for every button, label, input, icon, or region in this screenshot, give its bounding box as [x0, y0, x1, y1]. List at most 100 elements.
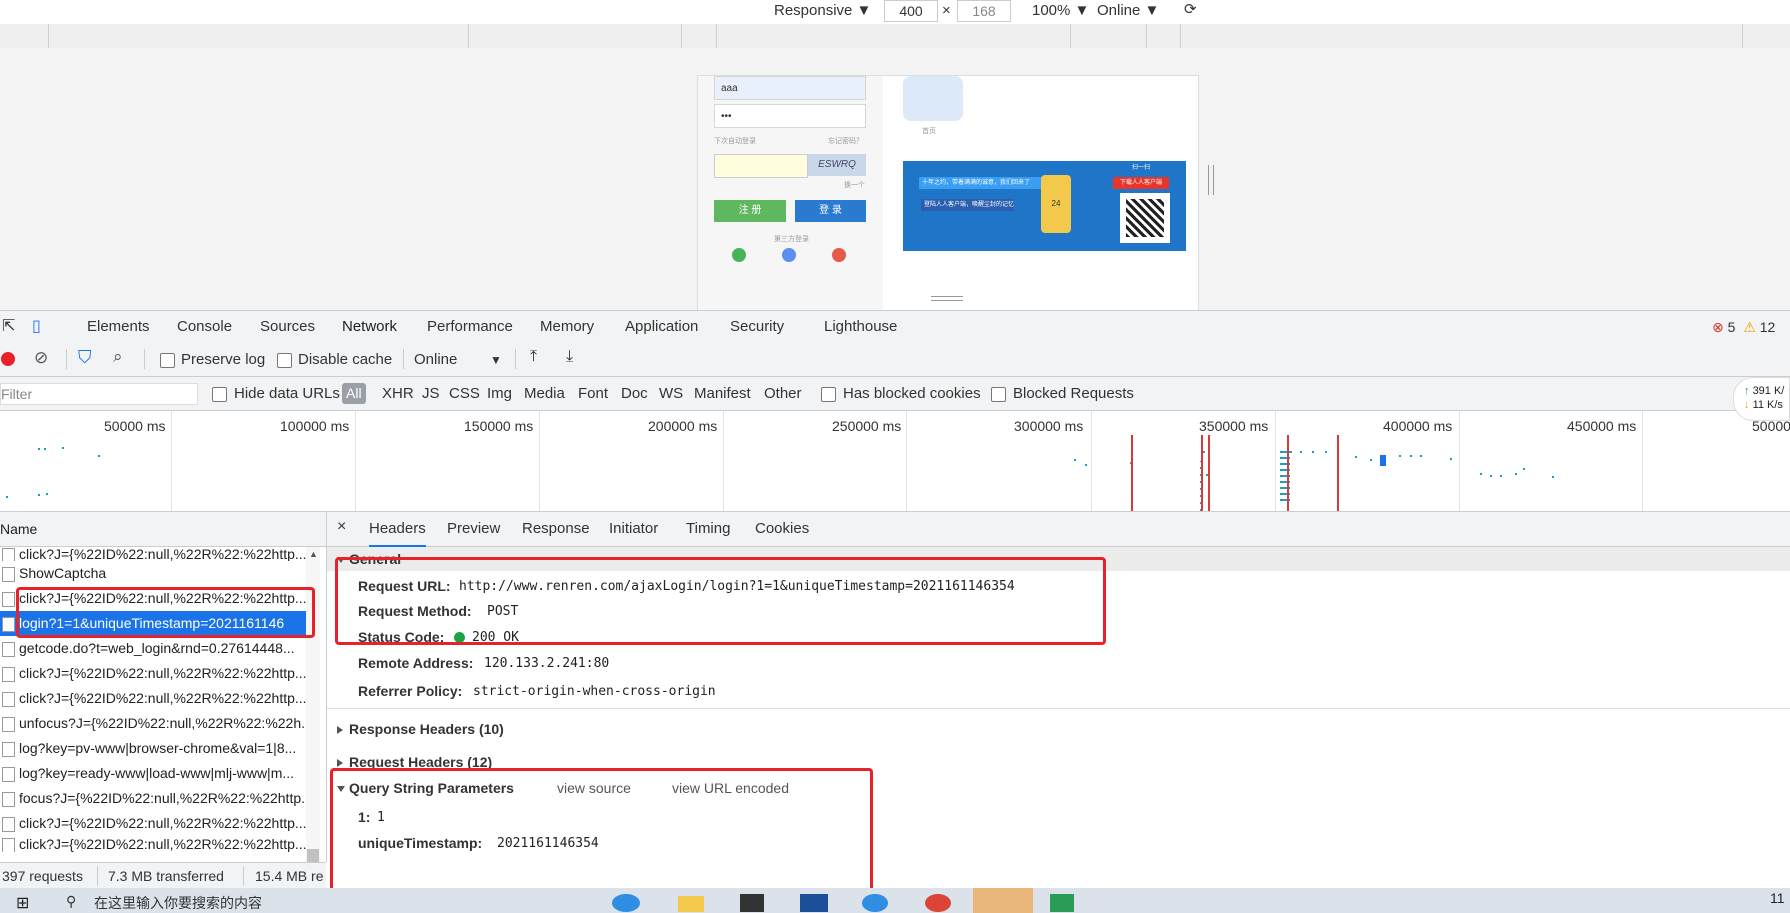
record-icon[interactable] [1, 352, 15, 366]
captcha-refresh-link[interactable]: 换一个 [844, 180, 865, 190]
mail-icon[interactable] [800, 894, 828, 912]
request-headers-section[interactable]: Request Headers (12) [327, 750, 1790, 774]
zoom-dropdown[interactable]: 100% ▼ [1032, 2, 1089, 19]
tab-application[interactable]: Application [625, 311, 698, 343]
viewport-height-input[interactable]: 168 [957, 0, 1011, 22]
app-icon[interactable] [903, 76, 963, 121]
request-row[interactable]: click?J={%22ID%22:null,%22R%22:%22http..… [0, 811, 306, 836]
type-filter-other[interactable]: Other [764, 385, 802, 402]
register-button[interactable]: 注 册 [714, 200, 786, 222]
tab-initiator[interactable]: Initiator [609, 520, 658, 537]
type-filter-font[interactable]: Font [578, 385, 608, 402]
resize-handle-vertical[interactable] [1208, 165, 1214, 195]
tab-network[interactable]: Network [330, 311, 410, 345]
has-blocked-cookies-checkbox[interactable] [821, 387, 836, 402]
tab-headers[interactable]: Headers [369, 520, 426, 547]
has-blocked-cookies-label[interactable]: Has blocked cookies [843, 385, 981, 402]
clear-icon[interactable]: ⊘ [34, 348, 48, 368]
tab-sources[interactable]: Sources [260, 311, 315, 343]
type-filter-img[interactable]: Img [487, 385, 512, 402]
tab-security[interactable]: Security [730, 311, 784, 343]
network-overview[interactable]: 50000 ms 100000 ms 150000 ms 200000 ms 2… [0, 411, 1790, 512]
request-row[interactable]: ShowCaptcha [0, 561, 306, 586]
rotate-icon[interactable]: ⟳ [1184, 0, 1197, 18]
store-icon[interactable] [740, 894, 764, 912]
request-row[interactable]: unfocus?J={%22ID%22:null,%22R%22:%22h... [0, 711, 306, 736]
tab-cookies[interactable]: Cookies [755, 520, 809, 537]
type-filter-xhr[interactable]: XHR [382, 385, 414, 402]
tab-performance[interactable]: Performance [427, 311, 513, 343]
request-row[interactable]: click?J={%22ID%22:null,%22R%22:%22http..… [0, 586, 306, 611]
request-row[interactable]: click?J={%22ID%22:null,%22R%22:%22http..… [0, 686, 306, 711]
request-row[interactable]: click?J={%22ID%22:null,%22R%22:%22http..… [0, 547, 306, 561]
throttle-dropdown[interactable]: Online [414, 351, 457, 368]
password-field[interactable]: ••• [714, 104, 866, 128]
type-filter-doc[interactable]: Doc [621, 385, 648, 402]
filter-input[interactable]: Filter [0, 383, 198, 405]
banner-cta[interactable]: 下载人人客户端 [1113, 177, 1169, 189]
tab-memory[interactable]: Memory [540, 311, 594, 343]
hide-data-urls-checkbox[interactable] [212, 387, 227, 402]
hide-data-urls-label[interactable]: Hide data URLs [234, 385, 340, 402]
app-icon-blue[interactable] [862, 894, 888, 912]
request-row[interactable]: log?key=pv-www|browser-chrome&val=1|8... [0, 736, 306, 761]
file-explorer-icon[interactable] [678, 896, 704, 912]
remember-checkbox-label[interactable]: 下次自动登录 [714, 136, 756, 146]
type-filter-ws[interactable]: WS [659, 385, 683, 402]
edge-browser-icon[interactable] [612, 894, 640, 912]
windows-start-icon[interactable]: ⊞ [16, 893, 29, 913]
request-row[interactable]: getcode.do?t=web_login&rnd=0.27614448... [0, 636, 306, 661]
wechat-taskbar-icon[interactable] [973, 888, 1033, 913]
device-throttle-dropdown[interactable]: Online ▼ [1097, 2, 1159, 19]
close-icon[interactable]: × [337, 518, 346, 536]
request-row[interactable]: log?key=ready-www|load-www|mlj-www|m... [0, 761, 306, 786]
tab-preview[interactable]: Preview [447, 520, 500, 537]
request-list-scrollbar[interactable]: ▲ ▼ [306, 547, 320, 887]
view-source-link[interactable]: view source [557, 780, 631, 796]
forgot-password-link[interactable]: 忘记密码？ [828, 136, 863, 146]
response-headers-section[interactable]: Response Headers (10) [327, 717, 1790, 741]
request-row[interactable]: focus?J={%22ID%22:null,%22R%22:%22http..… [0, 786, 306, 811]
username-field[interactable]: aaa [714, 76, 866, 100]
tab-console[interactable]: Console [177, 311, 232, 343]
query-string-section[interactable]: Query String Parameters [327, 776, 1790, 800]
blocked-requests-label[interactable]: Blocked Requests [1013, 385, 1134, 402]
login-button[interactable]: 登 录 [795, 200, 866, 222]
export-har-icon[interactable]: ⤓ [566, 348, 573, 366]
captcha-input[interactable] [714, 154, 808, 178]
blocked-requests-checkbox[interactable] [991, 387, 1006, 402]
device-mode-dropdown[interactable]: Responsive ▼ [774, 2, 871, 19]
error-count[interactable]: ⊗ 5 ⚠ 12 [1712, 311, 1775, 343]
request-row[interactable]: click?J={%22ID%22:null,%22R%22:%22http..… [0, 836, 306, 852]
filter-icon[interactable]: ⛉ [78, 347, 92, 368]
tab-response[interactable]: Response [522, 520, 590, 537]
type-filter-css[interactable]: CSS [449, 385, 480, 402]
tab-timing[interactable]: Timing [686, 520, 730, 537]
scroll-up-icon[interactable]: ▲ [309, 549, 318, 559]
chevron-down-icon[interactable]: ▼ [490, 353, 502, 367]
disable-cache-checkbox[interactable] [277, 353, 292, 368]
type-filter-js[interactable]: JS [422, 385, 440, 402]
tab-lighthouse[interactable]: Lighthouse [824, 311, 897, 343]
search-icon[interactable]: ⌕ [113, 347, 123, 367]
page-preview[interactable]: aaa ••• 下次自动登录 忘记密码？ ESWRQ 换一个 注 册 登 录 第… [697, 75, 1199, 312]
device-toolbar-icon[interactable]: ▯ [32, 311, 41, 343]
request-row-selected[interactable]: login?1=1&uniqueTimestamp=2021161146 [0, 611, 306, 636]
resize-handle-horizontal[interactable] [931, 296, 963, 301]
qq-icon[interactable] [782, 248, 796, 262]
view-url-encoded-link[interactable]: view URL encoded [672, 780, 789, 796]
weibo-icon[interactable] [832, 248, 846, 262]
chrome-icon[interactable] [925, 894, 951, 912]
type-filter-all[interactable]: All [342, 383, 366, 404]
preserve-log-checkbox[interactable] [160, 353, 175, 368]
wechat-icon[interactable] [732, 248, 746, 262]
request-row[interactable]: click?J={%22ID%22:null,%22R%22:%22http..… [0, 661, 306, 686]
preserve-log-label[interactable]: Preserve log [181, 351, 265, 368]
download-banner[interactable]: 十年之约，带着满满的诚意，我们回来了 登陆人人客户端，唤醒尘封的记忆 24 下载… [903, 161, 1186, 251]
name-column-header[interactable]: Name [0, 521, 37, 537]
type-filter-media[interactable]: Media [524, 385, 565, 402]
app-icon-green[interactable] [1050, 894, 1074, 912]
taskbar-search-text[interactable]: 在这里输入你要搜索的内容 [94, 893, 262, 913]
general-section-header[interactable]: General [327, 547, 1790, 571]
import-har-icon[interactable]: ⤒ [530, 348, 537, 366]
